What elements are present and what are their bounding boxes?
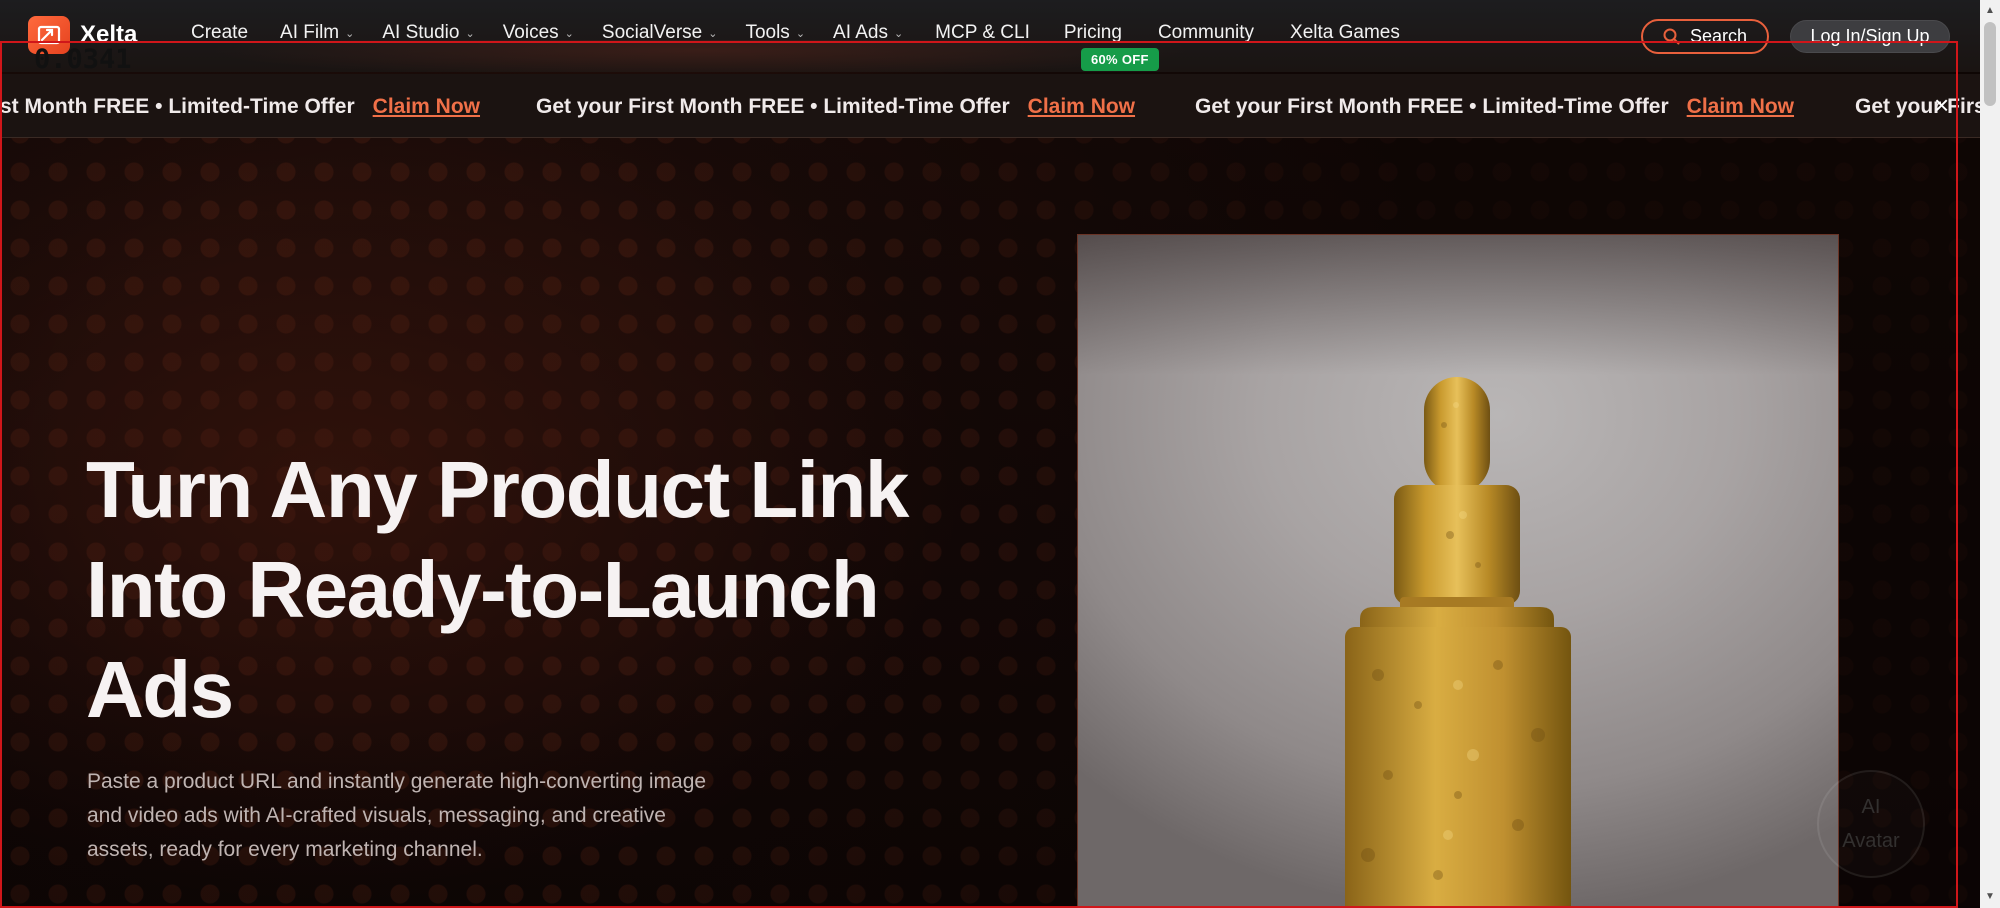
overlay-value: 0.0341 — [34, 44, 132, 75]
menu-item-tools[interactable]: Tools ⌄ — [745, 22, 805, 44]
search-button[interactable]: Search — [1641, 19, 1769, 54]
chevron-down-icon: ⌄ — [795, 27, 806, 40]
menu-label: AI Studio — [382, 22, 460, 43]
menu-label: Pricing — [1063, 22, 1122, 43]
menu-label: Xelta Games — [1290, 22, 1400, 43]
menu-item-community[interactable]: Community — [1158, 22, 1254, 44]
top-nav: Xelta Create AI Film ⌄ AI Studio ⌄ Voice… — [0, 0, 1980, 74]
menu-label: AI Film — [280, 22, 340, 43]
promo-text: Get your First Month FREE • Limited-Time… — [1195, 95, 1669, 118]
search-icon — [1663, 28, 1680, 45]
menu-label: Tools — [745, 22, 790, 43]
search-button-label: Search — [1689, 26, 1748, 46]
scrollbar-thumb[interactable] — [1984, 22, 1996, 106]
menu-item-ai-studio[interactable]: AI Studio ⌄ — [382, 22, 474, 44]
chevron-down-icon: ⌄ — [564, 27, 574, 40]
menu-item-pricing[interactable]: Pricing — [1064, 22, 1122, 44]
promo-segment: st Month FREE • Limited-Time Offer Claim … — [0, 95, 480, 119]
menu-label: MCP & CLI — [935, 22, 1030, 43]
chevron-down-icon: ⌄ — [345, 27, 355, 40]
menu-item-ai-ads[interactable]: AI Ads ⌄ — [833, 22, 903, 44]
menu-label: Create — [191, 22, 249, 43]
page-scrollbar[interactable]: ▲ ▼ — [1980, 0, 2000, 908]
promo-text: Get your Firs — [1855, 95, 1980, 118]
chevron-down-icon: ⌄ — [708, 27, 718, 40]
claim-now-link[interactable]: Claim Now — [1687, 95, 1794, 118]
serum-bottle-image — [1345, 377, 1571, 908]
claim-now-link[interactable]: Claim Now — [373, 95, 480, 118]
pricing-discount-badge: 60% OFF — [1081, 48, 1159, 71]
menu-label: Community — [1157, 22, 1255, 43]
scroll-down-arrow-icon[interactable]: ▼ — [1980, 888, 2000, 906]
close-icon[interactable]: × — [1934, 90, 1949, 121]
claim-now-link[interactable]: Claim Now — [1028, 95, 1135, 118]
promo-banner: st Month FREE • Limited-Time Offer Claim … — [0, 74, 1980, 138]
menu-item-ai-film[interactable]: AI Film ⌄ — [280, 22, 354, 44]
promo-text: st Month FREE • Limited-Time Offer — [0, 95, 355, 118]
chevron-down-icon: ⌄ — [893, 27, 904, 40]
hero-title: Turn Any Product Link Into Ready-to-Laun… — [86, 440, 986, 740]
hero-title-line: Into Ready-to-Launch — [86, 545, 880, 634]
promo-segment: Get your First Month FREE • Limited-Time… — [536, 95, 1135, 119]
avatar-label-line: Avatar — [1842, 830, 1900, 852]
avatar-label-line: AI — [1861, 796, 1881, 818]
menu-item-create[interactable]: Create — [191, 22, 248, 44]
menu-label: Voices — [502, 22, 559, 43]
hero-subtitle-line: assets, ready for every marketing channe… — [87, 838, 483, 861]
main-menu: Create AI Film ⌄ AI Studio ⌄ Voices ⌄ So… — [191, 22, 1400, 44]
menu-label: SocialVerse — [601, 22, 703, 43]
login-button-label: Log In/Sign Up — [1810, 26, 1930, 46]
menu-item-voices[interactable]: Voices ⌄ — [503, 22, 574, 44]
menu-label: AI Ads — [833, 22, 888, 43]
promo-segment: Get your Firs — [1855, 95, 1980, 119]
promo-text: Get your First Month FREE • Limited-Time… — [536, 95, 1010, 118]
hero-product-image — [1077, 234, 1839, 908]
hero-subtitle-line: Paste a product URL and instantly genera… — [87, 770, 707, 793]
chevron-down-icon: ⌄ — [465, 27, 475, 40]
ai-avatar-button[interactable]: AI Avatar — [1817, 770, 1925, 878]
hero-title-line: Turn Any Product Link — [86, 445, 909, 534]
login-signup-button[interactable]: Log In/Sign Up — [1790, 20, 1950, 53]
menu-item-socialverse[interactable]: SocialVerse ⌄ — [602, 22, 718, 44]
hero-subtitle: Paste a product URL and instantly genera… — [87, 765, 787, 867]
promo-segment: Get your First Month FREE • Limited-Time… — [1195, 95, 1794, 119]
menu-item-mcp-cli[interactable]: MCP & CLI — [935, 22, 1030, 44]
hero-subtitle-line: and video ads with AI-crafted visuals, m… — [87, 804, 666, 827]
hero-title-line: Ads — [86, 645, 234, 734]
menu-item-xelta-games[interactable]: Xelta Games — [1290, 22, 1400, 44]
scroll-up-arrow-icon[interactable]: ▲ — [1980, 2, 2000, 20]
